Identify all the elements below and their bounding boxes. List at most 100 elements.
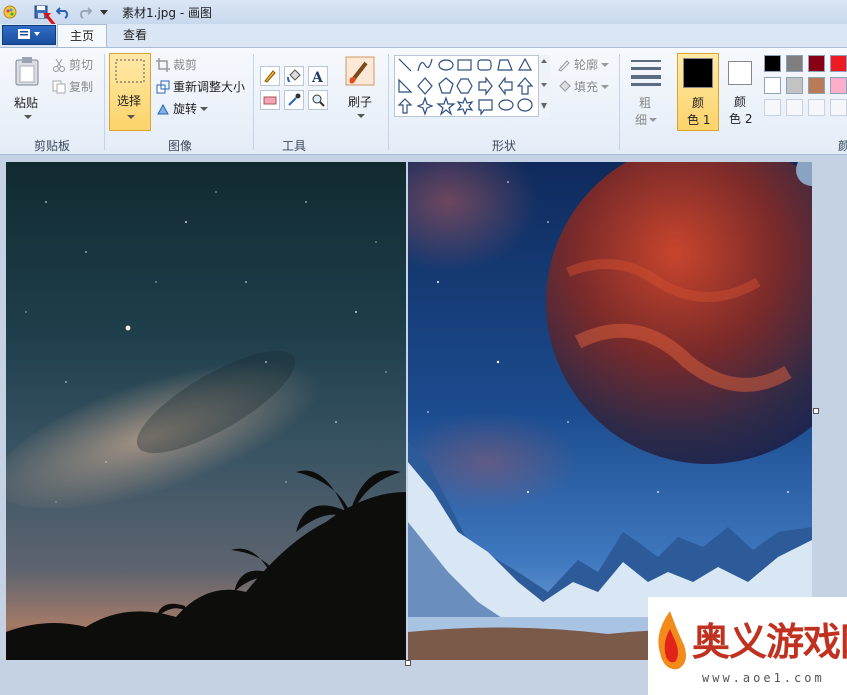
size-label-line2: 细 (635, 113, 648, 127)
rotate-button[interactable]: 旋转 (156, 100, 209, 117)
brushes-label: 刷子 (348, 95, 373, 109)
rotate-icon (157, 103, 169, 114)
shapes-scrollbar[interactable] (538, 55, 550, 117)
file-menu-button[interactable] (2, 25, 56, 45)
paste-dropdown-icon (24, 115, 32, 119)
color2-label-line1: 颜 (734, 95, 747, 109)
tab-view[interactable]: 查看 (111, 24, 159, 47)
scissors-icon (53, 58, 65, 72)
magnifier-icon[interactable] (308, 90, 328, 110)
select-button[interactable]: 选择 (109, 53, 151, 131)
fill-dropdown-icon (601, 84, 610, 89)
color1-label-line1: 颜 (692, 96, 705, 110)
svg-text:A: A (311, 70, 324, 83)
shapes-gallery[interactable] (394, 55, 550, 117)
fill-bucket-small-icon (559, 79, 571, 92)
shapes-icons (397, 57, 534, 116)
shapes-scroll-arrows-icon (541, 59, 547, 109)
palette-custom-slot[interactable] (830, 99, 847, 116)
copy-icon (52, 80, 66, 93)
eraser-icon[interactable] (260, 90, 280, 110)
outline-label: 轮廓 (574, 58, 599, 72)
canvas-resize-handle-bottom[interactable] (405, 660, 411, 666)
fill-button[interactable]: 填充 (557, 78, 610, 95)
resize-icon (156, 80, 170, 93)
title-bar: 素材1.jpg - 画图 (0, 0, 847, 45)
palette-custom-slot[interactable] (808, 99, 825, 116)
fill-bucket-icon[interactable] (284, 66, 304, 86)
flame-logo-icon (658, 611, 686, 670)
outline-brush-icon (558, 59, 570, 72)
select-label: 选择 (117, 94, 142, 108)
separator (388, 54, 389, 150)
watermark-brand-text: 奥义游戏网 (692, 620, 847, 664)
separator (253, 54, 254, 150)
ribbon-tab-row: 主页 查看 (0, 24, 847, 47)
color1-button[interactable]: 颜 色 1 (677, 53, 719, 131)
color2-button[interactable]: 颜 色 2 (723, 53, 759, 131)
separator (619, 54, 620, 150)
pencil-icon[interactable] (260, 66, 280, 86)
size-label-line2-wrap: 细 (635, 111, 658, 128)
palette-color-light-gray[interactable] (786, 77, 803, 94)
resize-label: 重新调整大小 (173, 80, 246, 94)
watermark-url-text: www.aoe1.com (702, 671, 825, 685)
brushes-button[interactable]: 刷子 (340, 53, 382, 131)
select-dropdown-icon (127, 115, 135, 119)
resize-button[interactable]: 重新调整大小 (156, 78, 245, 95)
size-dropdown-icon (649, 117, 658, 122)
separator (104, 54, 105, 150)
redo-icon[interactable] (76, 3, 94, 20)
outline-dropdown-icon (601, 62, 610, 67)
color1-swatch (683, 58, 713, 88)
copy-label: 复制 (69, 80, 94, 94)
tab-home[interactable]: 主页 (57, 24, 107, 47)
brushes-dropdown-icon (357, 114, 365, 118)
clipboard-icon (15, 57, 39, 86)
tools-group-label: 工具 (281, 139, 306, 153)
ribbon-panel: 粘贴 剪切 复制 剪贴板 选择 裁剪 重新调整大小 旋转 图像 A 工具 刷子 (0, 47, 847, 155)
paint-app-icon (2, 3, 18, 20)
cut-button[interactable]: 剪切 (52, 56, 93, 73)
palette-color-red[interactable] (830, 55, 847, 72)
canvas-resize-handle-right[interactable] (813, 408, 819, 414)
palette-color-brown[interactable] (808, 77, 825, 94)
copy-button[interactable]: 复制 (52, 78, 93, 95)
site-watermark: 奥义游戏网 www.aoe1.com (648, 597, 847, 695)
line-size-icon (631, 60, 661, 86)
color-picker-icon[interactable] (284, 90, 304, 110)
paste-label: 粘贴 (14, 96, 39, 110)
paste-button[interactable]: 粘贴 (8, 54, 48, 128)
palette-custom-slot[interactable] (764, 99, 781, 116)
brush-icon (345, 56, 375, 86)
palette-color-pink[interactable] (830, 77, 847, 94)
clipboard-group-label: 剪贴板 (33, 139, 70, 153)
night-sky-photo (6, 162, 406, 660)
crop-label: 裁剪 (173, 58, 198, 72)
selection-rectangle-icon (115, 59, 145, 83)
fantasy-planet-photo (408, 162, 812, 660)
shapes-group-label: 形状 (491, 139, 516, 153)
image-group-label: 图像 (167, 139, 192, 153)
file-menu-icon (18, 29, 40, 39)
rotate-dropdown-icon (200, 106, 209, 111)
size-button[interactable]: 粗 细 (625, 54, 667, 134)
palette-color-gray[interactable] (786, 55, 803, 72)
window-title: 素材1.jpg - 画图 (122, 6, 212, 20)
color1-label-line2: 色 1 (687, 113, 711, 127)
palette-color-dark-red[interactable] (808, 55, 825, 72)
palette-color-white[interactable] (764, 77, 781, 94)
rotate-label: 旋转 (173, 102, 198, 116)
size-label-line1: 粗 (639, 96, 652, 110)
color2-swatch (728, 61, 752, 85)
cut-label: 剪切 (69, 58, 94, 72)
outline-button[interactable]: 轮廓 (557, 56, 610, 73)
quick-access-dropdown-icon[interactable] (98, 3, 110, 20)
palette-custom-slot[interactable] (786, 99, 803, 116)
text-tool-icon[interactable]: A (308, 66, 328, 86)
colors-group-label: 颜 (838, 139, 847, 153)
fill-label: 填充 (574, 80, 599, 94)
crop-button[interactable]: 裁剪 (156, 56, 197, 73)
color2-label-line2: 色 2 (729, 112, 753, 126)
palette-color-black[interactable] (764, 55, 781, 72)
